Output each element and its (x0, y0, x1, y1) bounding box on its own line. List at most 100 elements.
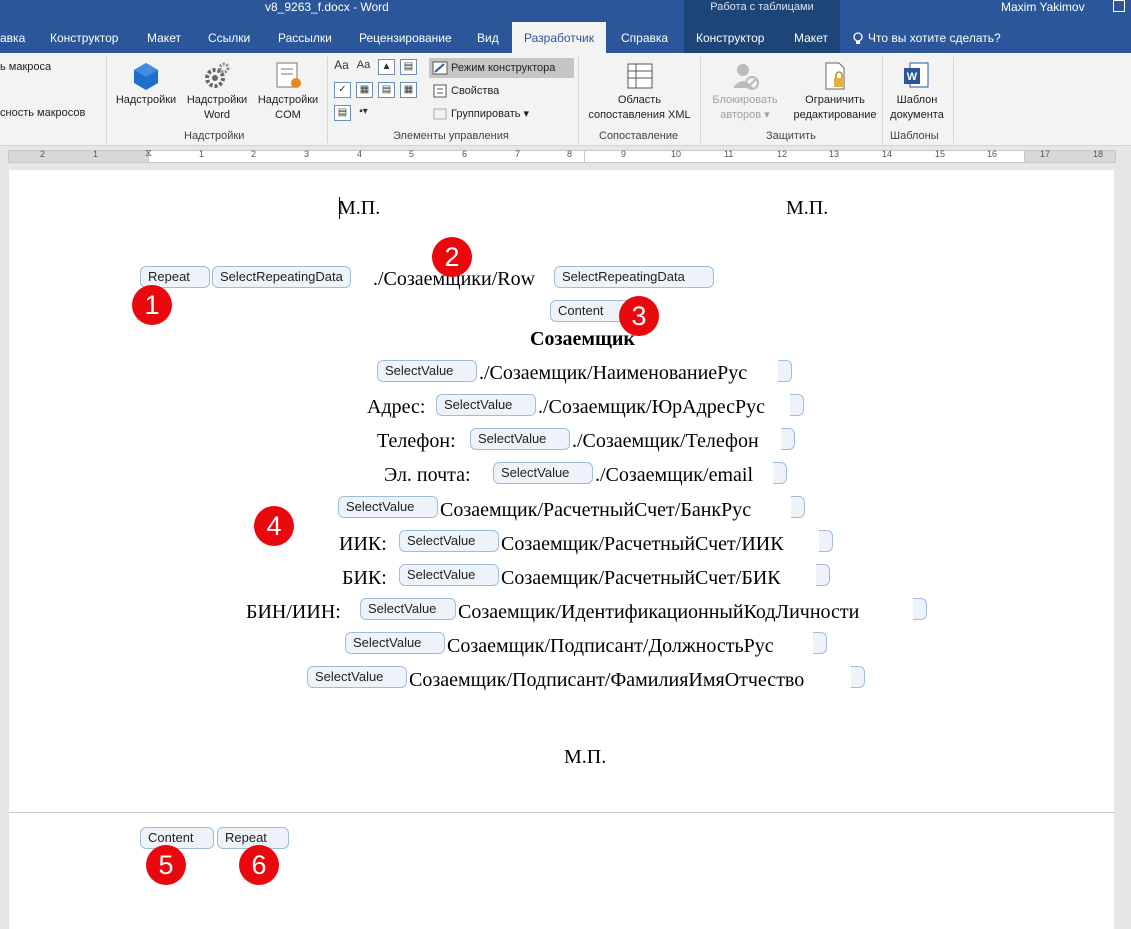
macro-record-button[interactable]: ь макроса (0, 57, 51, 77)
tab-review[interactable]: Рецензирование (359, 22, 452, 53)
properties-button[interactable]: Свойства (429, 81, 499, 101)
content-end-tag[interactable]: Content (140, 827, 214, 849)
select-value-tag[interactable]: SelectValue (377, 360, 477, 382)
select-value-end-tag[interactable] (816, 564, 830, 586)
select-repeating-data-label: SelectRepeatingData (220, 269, 343, 284)
select-value-end-tag[interactable] (913, 598, 927, 620)
group-button[interactable]: Группировать ▾ (429, 104, 529, 124)
ruler-number: 13 (829, 149, 840, 159)
field-path: Созаемщик/РасчетныйСчет/БИК (501, 567, 781, 589)
select-value-tag[interactable]: SelectValue (338, 496, 438, 518)
select-repeating-data-start-tag[interactable]: SelectRepeatingData (212, 266, 351, 288)
select-value-tag[interactable]: SelectValue (436, 394, 536, 416)
tell-me-search[interactable]: Что вы хотите сделать? (852, 22, 1001, 53)
select-value-tag[interactable]: SelectValue (493, 462, 593, 484)
tell-me-label: Что вы хотите сделать? (868, 31, 1001, 45)
ruler-number: 10 (671, 149, 682, 159)
select-value-label: SelectValue (315, 669, 384, 684)
select-value-end-tag[interactable] (851, 666, 865, 688)
dropdown-control-icon[interactable]: ▤ (378, 82, 395, 98)
field-path: ./Созаемщик/ЮрАдресРус (538, 396, 766, 418)
xml-mapping-icon (627, 63, 652, 89)
indent-marker-icon[interactable]: ⧖ (145, 148, 152, 159)
com-addins-button[interactable]: Надстройки COM (253, 61, 323, 123)
addins-label: Надстройки (115, 94, 177, 106)
tab-developer[interactable]: Разработчик (512, 22, 606, 53)
select-repeating-data-end-tag[interactable]: SelectRepeatingData (554, 266, 714, 288)
select-value-label: SelectValue (444, 397, 513, 412)
word-document-icon: W (904, 62, 929, 88)
select-value-tag[interactable]: SelectValue (307, 666, 407, 688)
field-label: Эл. почта: (384, 464, 471, 486)
tab-references[interactable]: Ссылки (208, 22, 250, 53)
word-addins-button[interactable]: Надстройки Word (182, 61, 252, 123)
select-value-end-tag[interactable] (773, 462, 787, 484)
ruler-number: 3 (304, 149, 310, 159)
restore-icon[interactable] (1113, 0, 1125, 12)
word-addins-label-2: Word (203, 109, 231, 121)
callout-badge-2: 2 (432, 237, 472, 277)
ruler-number: 5 (409, 149, 415, 159)
document-template-button[interactable]: W Шаблон документа (885, 61, 949, 123)
properties-icon (433, 84, 447, 98)
combo-box-control-icon[interactable]: ▦ (356, 82, 373, 98)
select-value-label: SelectValue (346, 499, 415, 514)
ruler-number: 4 (357, 149, 363, 159)
group-separator (106, 57, 107, 143)
select-value-tag[interactable]: SelectValue (470, 428, 570, 450)
select-value-tag[interactable]: SelectValue (399, 564, 499, 586)
com-addins-label-1: Надстройки (257, 94, 319, 106)
co-borrower-heading: Созаемщик (530, 328, 635, 350)
addins-button[interactable]: Надстройки (111, 61, 181, 108)
ruler-margin-left (8, 150, 150, 163)
group-separator (700, 57, 701, 143)
select-value-tag[interactable]: SelectValue (360, 598, 456, 620)
tab-design[interactable]: Конструктор (50, 22, 118, 53)
select-value-end-tag[interactable] (781, 428, 795, 450)
picture-control-icon[interactable]: ▲ (378, 59, 395, 75)
doc-template-label-1: Шаблон (896, 94, 938, 106)
select-value-end-tag[interactable] (790, 394, 804, 416)
building-block-control-icon[interactable]: ▤ (400, 59, 417, 75)
block-authors-button[interactable]: Блокировать авторов ▾ (704, 61, 786, 123)
stamp-bottom: М.П. (564, 746, 607, 768)
date-picker-control-icon[interactable]: ▦ (400, 82, 417, 98)
stamp-right: М.П. (786, 197, 829, 219)
restrict-editing-button[interactable]: Ограничить редактирование (790, 61, 880, 123)
design-mode-button[interactable]: Режим конструктора (429, 58, 574, 78)
tab-layout[interactable]: Макет (147, 22, 181, 53)
select-value-end-tag[interactable] (778, 360, 792, 382)
plain-text-control-icon[interactable]: Aa (356, 59, 371, 73)
select-value-tag[interactable]: SelectValue (345, 632, 445, 654)
select-value-end-tag[interactable] (819, 530, 833, 552)
field-path: Созаемщик/Подписант/ДолжностьРус (447, 635, 774, 657)
design-mode-icon (432, 61, 448, 75)
field-path: ./Созаемщик/Телефон (572, 430, 759, 452)
xml-pane-label-2: сопоставления XML (588, 109, 691, 121)
callout-badge-3: 3 (619, 296, 659, 336)
tab-mailings[interactable]: Рассылки (278, 22, 332, 53)
horizontal-ruler[interactable]: 2 1 1 2 3 4 5 6 7 8 9 10 11 12 13 14 15 … (0, 146, 1131, 170)
rich-text-control-icon[interactable]: Aa (334, 59, 349, 73)
block-authors-label-1: Блокировать (712, 94, 778, 106)
select-value-end-tag[interactable] (791, 496, 805, 518)
tab-table-layout[interactable]: Макет (794, 22, 828, 53)
lightbulb-icon (853, 32, 863, 44)
ruler-number: 14 (882, 149, 893, 159)
doc-template-label-2: документа (890, 109, 944, 121)
xml-mapping-pane-button[interactable]: Область сопоставления XML (582, 61, 697, 123)
repeating-section-control-icon[interactable]: ▤ (334, 105, 351, 121)
tab-view[interactable]: Вид (477, 22, 499, 53)
user-name[interactable]: Maxim Yakimov (1001, 0, 1085, 14)
lock-document-icon (825, 62, 845, 90)
tab-help[interactable]: Справка (621, 22, 668, 53)
macro-security-button[interactable]: сность макросов (0, 103, 85, 123)
tab-edit[interactable]: авка (0, 22, 25, 53)
checkbox-control-icon[interactable]: ✓ (334, 82, 351, 98)
select-value-tag[interactable]: SelectValue (399, 530, 499, 552)
group-icon (433, 108, 447, 120)
select-value-end-tag[interactable] (813, 632, 827, 654)
legacy-tools-icon[interactable]: ▪▾ (356, 105, 371, 119)
ruler-number: 2 (40, 149, 46, 159)
mapping-group-label: Сопоставление (599, 130, 679, 142)
